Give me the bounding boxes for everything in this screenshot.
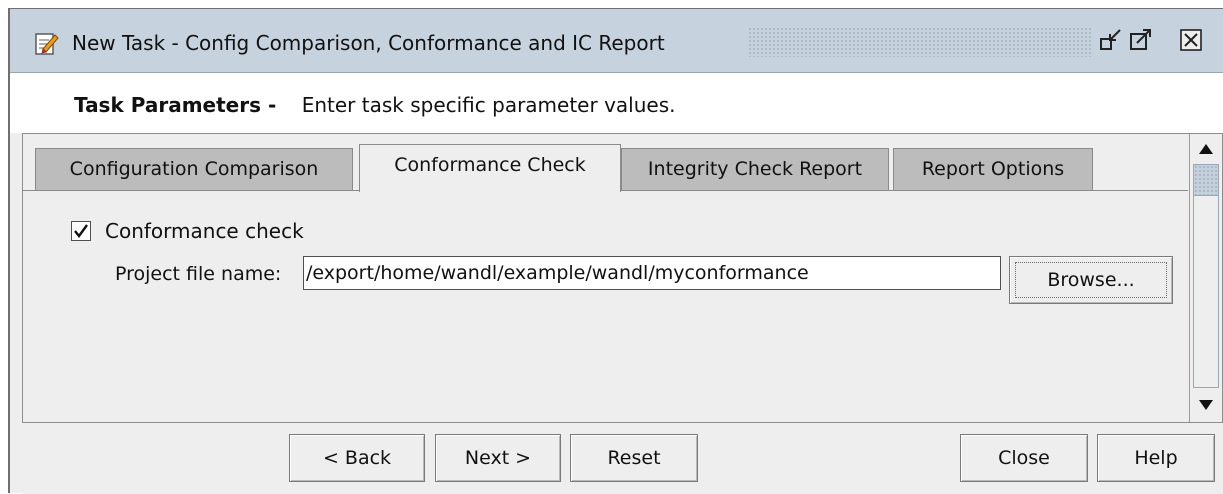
conformance-check-label: Conformance check [105,219,304,243]
scrollbar-track[interactable] [1193,196,1219,388]
tab-content-panel: Configuration Comparison Conformance Che… [22,133,1223,423]
tab-conformance-check[interactable]: Conformance Check [359,144,621,192]
title-bar[interactable]: New Task - Config Comparison, Conformanc… [10,9,1223,73]
window-title: New Task - Config Comparison, Conformanc… [72,31,665,55]
conformance-checkbox[interactable] [71,221,91,241]
title-bar-texture [748,27,1093,57]
reset-button[interactable]: Reset [570,434,698,482]
task-parameters-header: Task Parameters - Enter task specific pa… [10,73,1223,133]
help-button[interactable]: Help [1097,434,1215,482]
task-dialog-window: New Task - Config Comparison, Conformanc… [8,8,1223,494]
next-button[interactable]: Next > [435,434,561,482]
close-button[interactable]: Close [960,434,1088,482]
scroll-up-icon[interactable] [1193,136,1219,162]
dialog-button-bar: < Back Next > Reset Close Help [22,423,1223,494]
project-file-label: Project file name: [115,263,282,285]
header-title: Task Parameters - [74,93,277,117]
tab-report-options[interactable]: Report Options [893,148,1093,190]
project-file-input[interactable]: /export/home/wandl/example/wandl/myconfo… [303,256,1001,290]
scroll-down-icon[interactable] [1193,392,1219,418]
header-description: Enter task specific parameter values. [301,93,676,117]
tab-configuration-comparison[interactable]: Configuration Comparison [35,148,353,190]
back-button[interactable]: < Back [289,434,425,482]
browse-button[interactable]: Browse... [1009,256,1173,304]
vertical-scrollbar[interactable] [1189,134,1222,422]
scrollbar-thumb[interactable] [1193,164,1219,196]
close-icon[interactable] [1176,25,1206,55]
checkmark-icon [74,224,88,238]
maximize-icon[interactable] [1126,25,1156,55]
focus-ring [1015,262,1167,298]
restore-icon[interactable] [1096,25,1126,55]
task-icon [35,33,59,55]
tab-integrity-check-report[interactable]: Integrity Check Report [621,148,889,190]
header-line: Task Parameters - Enter task specific pa… [74,91,675,119]
